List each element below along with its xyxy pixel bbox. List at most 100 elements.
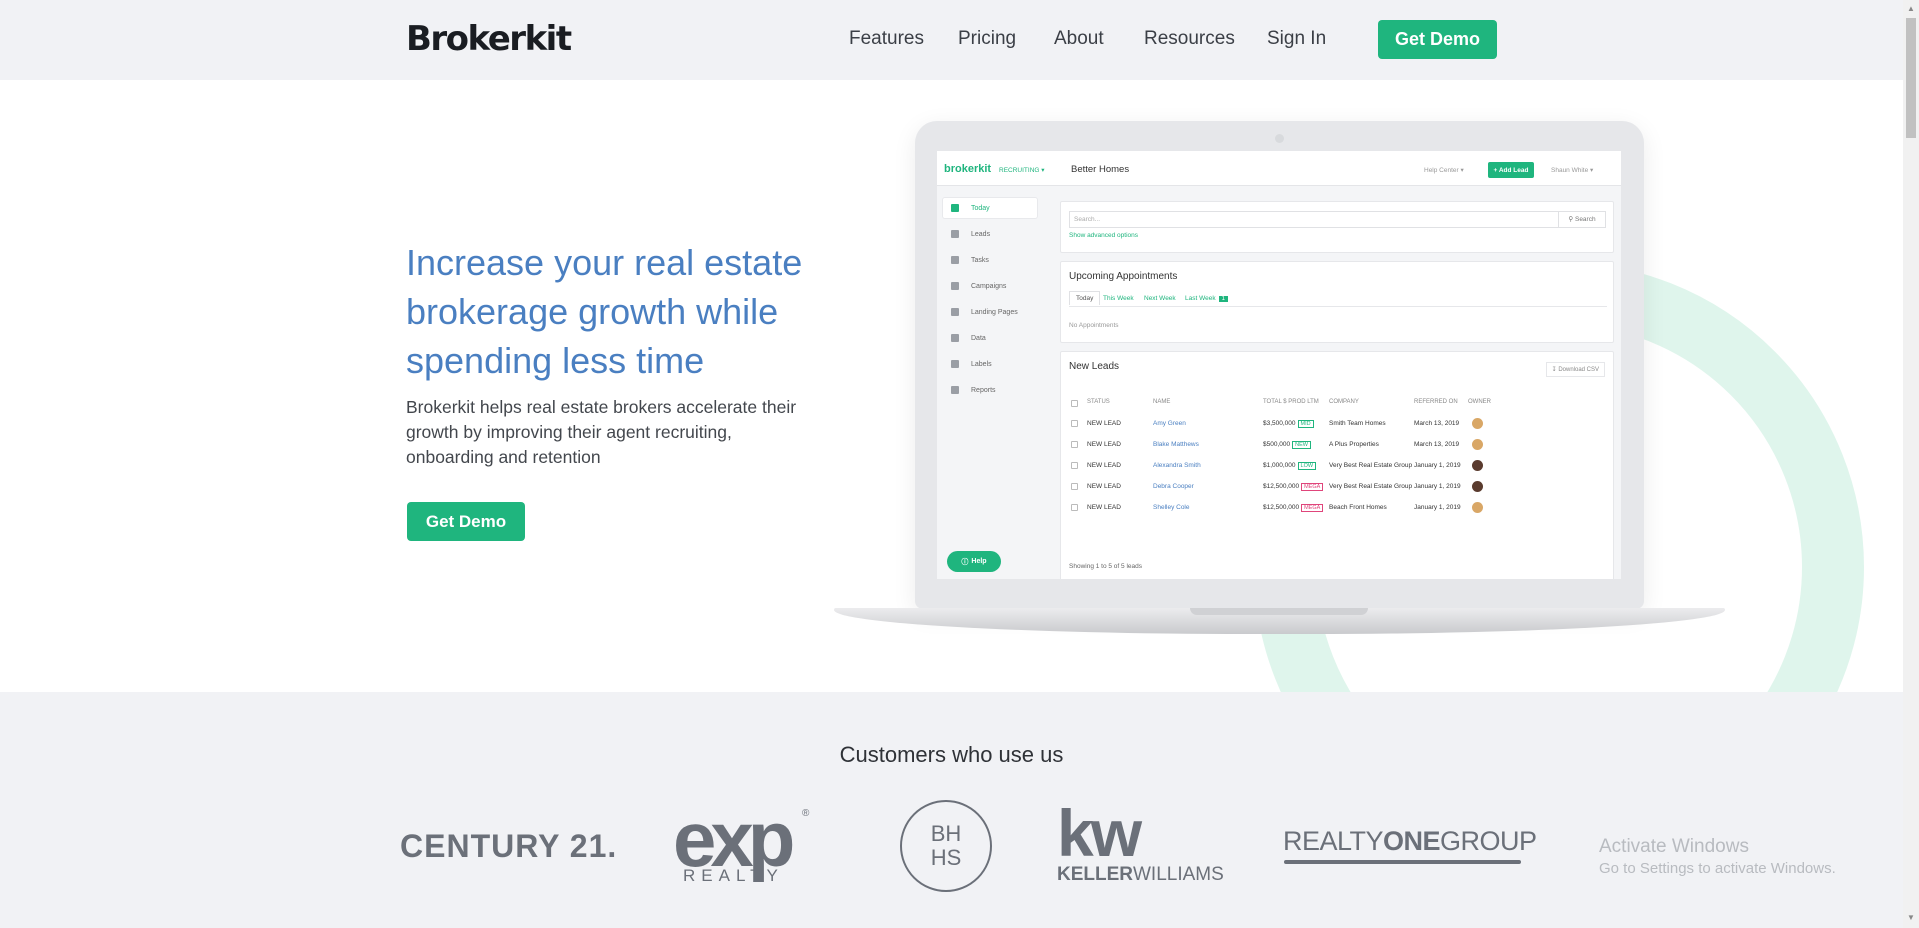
hero-get-demo-button[interactable]: Get Demo [407, 502, 525, 541]
question-icon: ⓘ [961, 558, 969, 566]
realty-one-underline [1284, 860, 1521, 864]
app-cell-prod-value: $12,500,000 [1263, 504, 1300, 511]
scroll-up-arrow-icon[interactable]: ▲ [1907, 4, 1915, 13]
nav-resources[interactable]: Resources [1144, 28, 1235, 50]
century21-logo: CENTURY 21. [400, 828, 618, 864]
app-cell-status: NEW LEAD [1087, 462, 1121, 469]
realty-one-group-logo: REALTYONEGROUP [1283, 826, 1537, 857]
app-cell-status: NEW LEAD [1087, 483, 1121, 490]
top-navbar: Brokerkit Features Pricing About Resourc… [0, 0, 1903, 80]
app-tier-tag: MID [1297, 420, 1314, 428]
app-cell-referred: January 1, 2019 [1414, 462, 1461, 469]
file-icon [951, 334, 959, 342]
app-cell-prod: $12,500,000 MEGA [1263, 504, 1324, 512]
app-cell-prod: $12,500,000 MEGA [1263, 483, 1324, 491]
app-cell-prod-value: $3,500,000 [1263, 420, 1296, 427]
hero-subtitle: Brokerkit helps real estate brokers acce… [406, 397, 797, 467]
app-topbar: brokerkit RECRUITING ▾ Better Homes Help… [937, 151, 1621, 186]
app-cell-status: NEW LEAD [1087, 420, 1121, 427]
app-sidebar-campaigns: Campaigns [943, 276, 1037, 296]
windows-activation-subtitle: Go to Settings to activate Windows. [1599, 860, 1836, 877]
app-cell-name: Blake Matthews [1153, 441, 1199, 448]
app-sidebar-label: Reports [971, 386, 996, 394]
kw-wordmark-light: WILLIAMS [1133, 864, 1224, 885]
app-leads-title: New Leads [1069, 361, 1120, 372]
app-sidebar-label: Landing Pages [971, 308, 1018, 316]
app-tier-tag: MEGA [1301, 504, 1324, 512]
avatar [1472, 502, 1483, 513]
scrollbar-thumb[interactable] [1906, 18, 1916, 138]
app-tier-tag: NEW [1292, 441, 1311, 449]
app-cell-status: NEW LEAD [1087, 441, 1121, 448]
app-tab-count-badge: 1 [1218, 296, 1228, 302]
app-cell-referred: January 1, 2019 [1414, 483, 1461, 490]
app-row-checkbox [1071, 462, 1078, 469]
app-col-status: STATUS [1087, 399, 1110, 405]
app-cell-company: Very Best Real Estate Group [1329, 462, 1413, 469]
tag-icon [951, 360, 959, 368]
page-scrollbar[interactable] [1903, 0, 1919, 928]
nav-pricing[interactable]: Pricing [958, 28, 1016, 50]
app-help-button: ⓘ Help [947, 551, 1001, 572]
app-cell-company: Beach Front Homes [1329, 504, 1387, 511]
app-row-checkbox [1071, 483, 1078, 490]
laptop-notch [1190, 608, 1368, 615]
app-appointments-title: Upcoming Appointments [1069, 271, 1178, 282]
avatar [1472, 481, 1483, 492]
app-tab-this-week: This Week [1103, 295, 1134, 302]
app-cell-prod: $500,000 NEW [1263, 441, 1311, 449]
app-search-button-label: Search [1574, 216, 1596, 223]
app-row-checkbox [1071, 441, 1078, 448]
bhhs-monogram-top: BH [930, 821, 962, 846]
app-screenshot: brokerkit RECRUITING ▾ Better Homes Help… [937, 151, 1621, 579]
nav-features[interactable]: Features [849, 28, 924, 50]
nav-get-demo-button[interactable]: Get Demo [1378, 20, 1497, 59]
app-download-csv-label: Download CSV [1558, 367, 1599, 373]
brand-logo[interactable]: Brokerkit [406, 19, 572, 59]
scroll-down-arrow-icon[interactable]: ▼ [1907, 913, 1915, 922]
nav-sign-in[interactable]: Sign In [1267, 28, 1326, 50]
app-advanced-options-link: Show advanced options [1069, 232, 1139, 239]
megaphone-icon [951, 282, 959, 290]
realty-one-part-c: GROUP [1440, 826, 1537, 856]
app-tab-last-week-label: Last Week [1185, 295, 1216, 302]
app-cell-name: Amy Green [1153, 420, 1186, 427]
app-col-prod: TOTAL $ PROD LTM [1263, 399, 1319, 405]
app-sidebar-reports: Reports [943, 380, 1037, 400]
app-download-csv-button: ↧ Download CSV [1545, 362, 1605, 377]
app-sidebar-label: Tasks [971, 256, 989, 264]
nav-about[interactable]: About [1054, 28, 1104, 50]
app-help-center: Help Center ▾ [1424, 167, 1464, 174]
search-icon: ⚲ [1568, 216, 1575, 223]
app-sidebar-tasks: Tasks [943, 250, 1037, 270]
app-col-company: COMPANY [1329, 399, 1359, 405]
list-icon [951, 256, 959, 264]
app-search-input: Search... [1069, 211, 1559, 228]
app-cell-prod-value: $1,000,000 [1263, 462, 1296, 469]
laptop-camera [1275, 134, 1284, 143]
app-cell-referred: March 13, 2019 [1414, 441, 1460, 448]
app-sidebar-landing-pages: Landing Pages [943, 302, 1037, 322]
app-org-name: Better Homes [1071, 164, 1130, 175]
app-select-all-checkbox [1071, 400, 1078, 407]
app-leads-count: Showing 1 to 5 of 5 leads [1069, 563, 1142, 570]
app-sidebar-label: Labels [971, 360, 992, 368]
app-cell-status: NEW LEAD [1087, 504, 1121, 511]
app-tab-next-week: Next Week [1144, 295, 1176, 302]
app-tier-tag: LOW [1297, 462, 1317, 470]
bhhs-monogram-bottom: HS [930, 845, 962, 870]
app-row-checkbox [1071, 420, 1078, 427]
app-appointments-card: Upcoming Appointments Today This Week Ne… [1060, 261, 1614, 343]
exp-realty-logo-sub: REALTY [683, 866, 784, 885]
app-search-card: Search... ⚲ Search Show advanced options [1060, 201, 1614, 253]
app-tabs-divider [1069, 306, 1607, 307]
app-cell-prod: $1,000,000 LOW [1263, 462, 1317, 470]
customers-title: Customers who use us [839, 742, 1064, 767]
app-add-lead-button: + Add Lead [1488, 162, 1534, 178]
app-no-appointments: No Appointments [1069, 322, 1119, 329]
app-col-name: NAME [1153, 399, 1171, 405]
app-cell-name: Alexandra Smith [1153, 462, 1201, 469]
app-logo: brokerkit [944, 163, 992, 175]
app-cell-company: Very Best Real Estate Group [1329, 483, 1413, 490]
keller-williams-logo: kw [1057, 796, 1142, 870]
